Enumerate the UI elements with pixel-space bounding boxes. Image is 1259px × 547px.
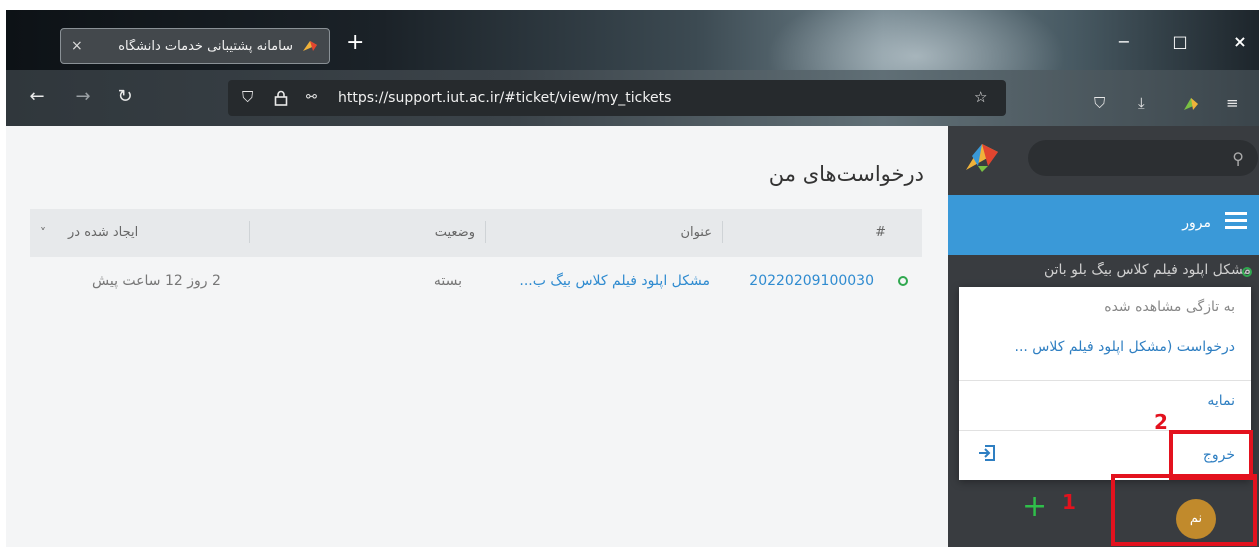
recent-ticket-link[interactable]: درخواست (مشکل اپلود فیلم کلاس ...	[1015, 339, 1236, 355]
column-title[interactable]: عنوان	[680, 209, 712, 257]
menu-divider	[959, 380, 1251, 381]
ticket-number-link[interactable]: 20220209100030	[749, 257, 874, 305]
forward-arrow-icon[interactable]: →	[72, 88, 94, 106]
column-created[interactable]: ایجاد شده در	[68, 209, 138, 257]
minimize-icon[interactable]: −	[1114, 34, 1134, 50]
search-icon: ⚲	[1232, 149, 1244, 168]
bookmark-star-icon[interactable]: ☆	[974, 90, 987, 105]
table-header: # عنوان وضعیت ایجاد شده در ˅	[30, 209, 922, 257]
lock-icon[interactable]	[274, 90, 288, 109]
overview-label: مرور	[1182, 215, 1211, 231]
ticket-status: بسته	[433, 273, 462, 289]
url-text[interactable]: https://support.iut.ac.ir/#ticket/view/m…	[338, 90, 671, 106]
new-tab-button[interactable]: +	[346, 32, 364, 54]
column-number[interactable]: #	[875, 209, 886, 257]
pocket-icon[interactable]: ⛉	[1094, 96, 1105, 111]
status-open-icon	[1242, 267, 1252, 277]
recent-header: به تازگی مشاهده شده	[1104, 299, 1235, 315]
search-input[interactable]: ⚲	[1028, 140, 1258, 176]
page-title: درخواست‌های من	[768, 162, 924, 186]
bird-logo-icon	[303, 41, 317, 51]
annotation-number-1: 1	[1062, 490, 1076, 514]
browser-window: سامانه پشتیبانی خدمات دانشگاه × + − □ × …	[6, 10, 1259, 547]
permissions-icon[interactable]: ⚯	[306, 90, 317, 105]
add-button[interactable]: +	[1022, 492, 1047, 522]
annotation-box-logout	[1169, 430, 1253, 480]
ticket-title-link[interactable]: مشکل اپلود فیلم کلاس بیگ ب...	[519, 257, 710, 305]
back-arrow-icon[interactable]: ←	[26, 88, 48, 106]
status-open-icon	[898, 276, 908, 286]
sidebar-ticket-item[interactable]: مشکل اپلود فیلم کلاس بیگ بلو باتن	[951, 262, 1251, 278]
sort-chevron-icon[interactable]: ˅	[40, 209, 46, 257]
annotation-number-2: 2	[1154, 410, 1168, 434]
tab-close-icon[interactable]: ×	[71, 38, 83, 54]
main-content: درخواست‌های من # عنوان وضعیت ایجاد شده د…	[6, 126, 948, 547]
sidebar-item-overview[interactable]: مرور	[948, 195, 1259, 255]
close-window-icon[interactable]: ×	[1230, 34, 1250, 50]
column-divider	[249, 221, 250, 243]
extension-icon[interactable]	[1182, 96, 1200, 115]
reload-icon[interactable]: ↻	[114, 88, 136, 106]
tab-title: سامانه پشتیبانی خدمات دانشگاه	[118, 38, 293, 54]
ticket-created: 2 روز 12 ساعت پیش	[92, 273, 221, 289]
address-bar[interactable]: ⛉ ⚯ https://support.iut.ac.ir/#ticket/vi…	[228, 80, 1006, 116]
column-divider	[485, 221, 486, 243]
table-row[interactable]: 20220209100030 مشکل اپلود فیلم کلاس بیگ …	[30, 257, 922, 305]
column-divider	[722, 221, 723, 243]
list-icon	[1225, 211, 1247, 233]
title-bar: سامانه پشتیبانی خدمات دانشگاه × + − □ ×	[6, 10, 1259, 126]
download-icon[interactable]: ⤓	[1138, 96, 1145, 111]
annotation-box-avatar	[1111, 474, 1257, 546]
logout-icon[interactable]	[977, 443, 997, 463]
maximize-icon[interactable]: □	[1170, 34, 1190, 50]
shield-icon[interactable]: ⛉	[242, 90, 253, 105]
bird-logo-icon[interactable]	[962, 136, 1002, 176]
profile-link[interactable]: نمایه	[1207, 393, 1235, 409]
column-status[interactable]: وضعیت	[435, 209, 475, 257]
tab-support[interactable]: سامانه پشتیبانی خدمات دانشگاه ×	[60, 28, 330, 64]
menu-icon[interactable]: ≡	[1226, 96, 1239, 111]
